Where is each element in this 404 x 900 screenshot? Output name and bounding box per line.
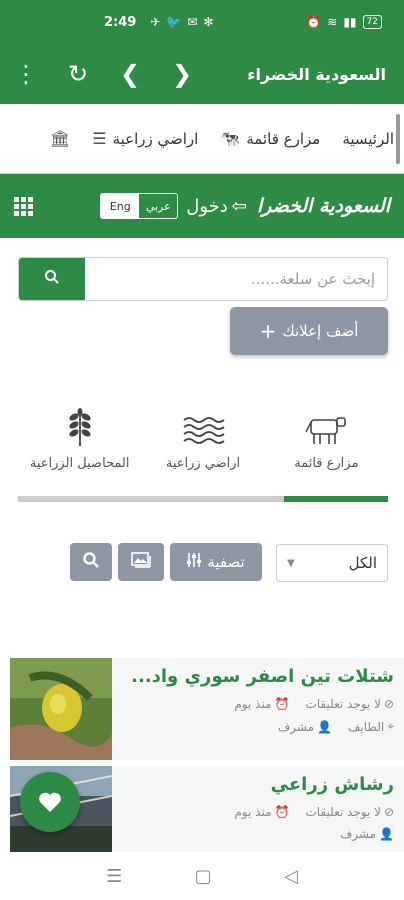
chevron-down-icon: ▼ <box>287 557 295 569</box>
search-bar <box>18 257 388 301</box>
twitter-icon: 🐦 <box>166 15 182 29</box>
land-icon <box>183 417 225 444</box>
more-vert-icon[interactable]: ⋮ <box>0 44 52 104</box>
listing-comments: ⊘ لا يوجد تعليقات <box>305 805 394 819</box>
listing-location: ⌖ الطايف <box>347 719 394 734</box>
status-time: 2:49 <box>104 14 137 30</box>
add-ad-button[interactable]: أضف إعلانك + <box>230 307 388 355</box>
listing-time: ⏰ منذ يوم <box>234 805 290 819</box>
no-comments-icon: ⊘ <box>383 697 394 711</box>
heart-icon <box>39 792 61 812</box>
add-ad-label: أضف إعلانك <box>282 322 359 340</box>
land-icon: ☰ <box>92 129 107 148</box>
refresh-icon[interactable]: ↻ <box>52 44 104 104</box>
nav-item-home[interactable]: الرئيسية <box>342 130 394 148</box>
nav-scrollbar[interactable] <box>396 114 400 164</box>
plus-icon: + <box>259 319 277 343</box>
app-bar: ⋮ ↻ ❮ ❯ السعودية الخضراء <box>0 44 404 104</box>
category-label: اراضي زراعية <box>165 456 241 471</box>
user-icon: 👤 <box>379 827 394 841</box>
search-button[interactable] <box>19 258 85 300</box>
system-nav-bar: ☰ ▢ ◁ <box>0 852 404 900</box>
listing-user: 👤 مشرف <box>277 719 332 734</box>
filter-button[interactable]: تصفية <box>170 543 262 581</box>
gallery-view-button[interactable] <box>118 543 164 581</box>
nav-menu: الرئيسية مزارع قائمة 🐄 اراضي زراعية ☰ 🏛 <box>0 104 404 174</box>
sliders-icon <box>187 552 202 572</box>
back-icon[interactable]: ❮ <box>104 44 156 104</box>
listing-comments: ⊘ لا يوجد تعليقات <box>305 697 394 711</box>
category-scroll-fill <box>284 496 388 502</box>
category-lands[interactable]: اراضي زراعية <box>141 408 264 478</box>
category-tabs: مزارع قائمة اراضي زراعية المحاصيل الزراع… <box>18 408 388 478</box>
nav-item-label: الرئيسية <box>342 129 394 148</box>
clock-icon: ⏰ <box>274 805 290 819</box>
farm-icon: 🐄 <box>220 129 241 148</box>
site-header: السعودية الخضرا ⇦ دخول Eng عربي <box>0 174 404 238</box>
home-button-icon[interactable]: ▢ <box>195 866 212 887</box>
category-label: مزارع قائمة <box>294 456 359 471</box>
filter-label: تصفية <box>207 553 245 571</box>
search-input[interactable] <box>85 258 387 300</box>
nav-item-more[interactable]: 🏛 <box>50 129 70 148</box>
lang-en-option[interactable]: Eng <box>101 194 140 218</box>
nav-item-label: مزارع قائمة <box>246 129 321 148</box>
apps-grid-icon[interactable] <box>14 196 33 216</box>
alarm-icon: ⏰ <box>306 15 322 29</box>
system-back-icon[interactable]: ◁ <box>284 866 298 887</box>
category-crops[interactable]: المحاصيل الزراعية <box>18 408 141 478</box>
listing-body: رشاش زراعي ⊘ لا يوجد تعليقات ⏰ منذ يوم 👤 مش… <box>114 774 394 849</box>
login-label: دخول <box>186 195 228 217</box>
listing-thumbnail[interactable] <box>10 658 112 760</box>
category-scroll-indicator <box>18 496 388 502</box>
language-toggle[interactable]: Eng عربي <box>100 193 179 219</box>
building-icon: 🏛 <box>49 129 71 148</box>
location-pin-icon: ⌖ <box>387 719 394 733</box>
nav-item-label: اراضي زراعية <box>112 129 199 148</box>
brand-logo[interactable]: السعودية الخضرا <box>257 195 390 217</box>
wheat-icon <box>69 408 91 446</box>
battery-icon: 72 <box>362 15 382 29</box>
search-icon <box>82 551 100 573</box>
login-button[interactable]: ⇦ دخول <box>186 196 247 217</box>
cow-icon <box>305 417 347 444</box>
filter-select-value: الكل <box>348 554 377 572</box>
category-label: المحاصيل الزراعية <box>29 456 130 471</box>
listing-title[interactable]: رشاش زراعي <box>114 774 394 795</box>
listing-body: شتلات تين اصفر سوري واد... ⊘ لا يوجد تعلي… <box>114 666 394 742</box>
app-title: السعودية الخضراء <box>247 64 386 84</box>
recents-icon[interactable]: ☰ <box>106 866 122 887</box>
nav-item-farms[interactable]: مزارع قائمة 🐄 <box>220 129 320 148</box>
user-icon: 👤 <box>317 719 332 734</box>
login-icon: ⇦ <box>231 195 247 217</box>
filter-select[interactable]: الكل ▼ <box>276 544 388 582</box>
wifi-icon: ≋ <box>327 15 338 29</box>
listing-title[interactable]: شتلات تين اصفر سوري واد... <box>114 666 394 687</box>
listing-user: 👤 مشرف <box>339 827 394 841</box>
listing-time: ⏰ منذ يوم <box>234 697 290 711</box>
favorites-fab[interactable] <box>20 772 80 832</box>
no-comments-icon: ⊘ <box>383 805 394 819</box>
mail-icon: ✉ <box>187 15 198 29</box>
nav-item-lands[interactable]: اراضي زراعية ☰ <box>92 129 198 148</box>
search-icon <box>44 269 60 289</box>
settings-icon: ✻ <box>203 15 214 29</box>
image-icon <box>131 552 151 572</box>
status-bar: 2:49 ✈ 🐦 ✉ ✻ ⏰ ≋ ▮▮ 72 <box>0 0 404 44</box>
notification-icons: ✈ 🐦 ✉ ✻ <box>150 15 213 29</box>
forward-icon[interactable]: ❯ <box>156 44 208 104</box>
category-farms[interactable]: مزارع قائمة <box>265 408 388 478</box>
lang-ar-option[interactable]: عربي <box>139 194 178 218</box>
signal-icon: ▮▮ <box>343 15 357 29</box>
system-icons: ⏰ ≋ ▮▮ 72 <box>306 15 382 29</box>
clock-icon: ⏰ <box>274 697 290 711</box>
listing-item[interactable]: شتلات تين اصفر سوري واد... ⊘ لا يوجد تعلي… <box>10 658 404 760</box>
telegram-icon: ✈ <box>150 15 161 29</box>
filter-search-button[interactable] <box>70 543 112 581</box>
